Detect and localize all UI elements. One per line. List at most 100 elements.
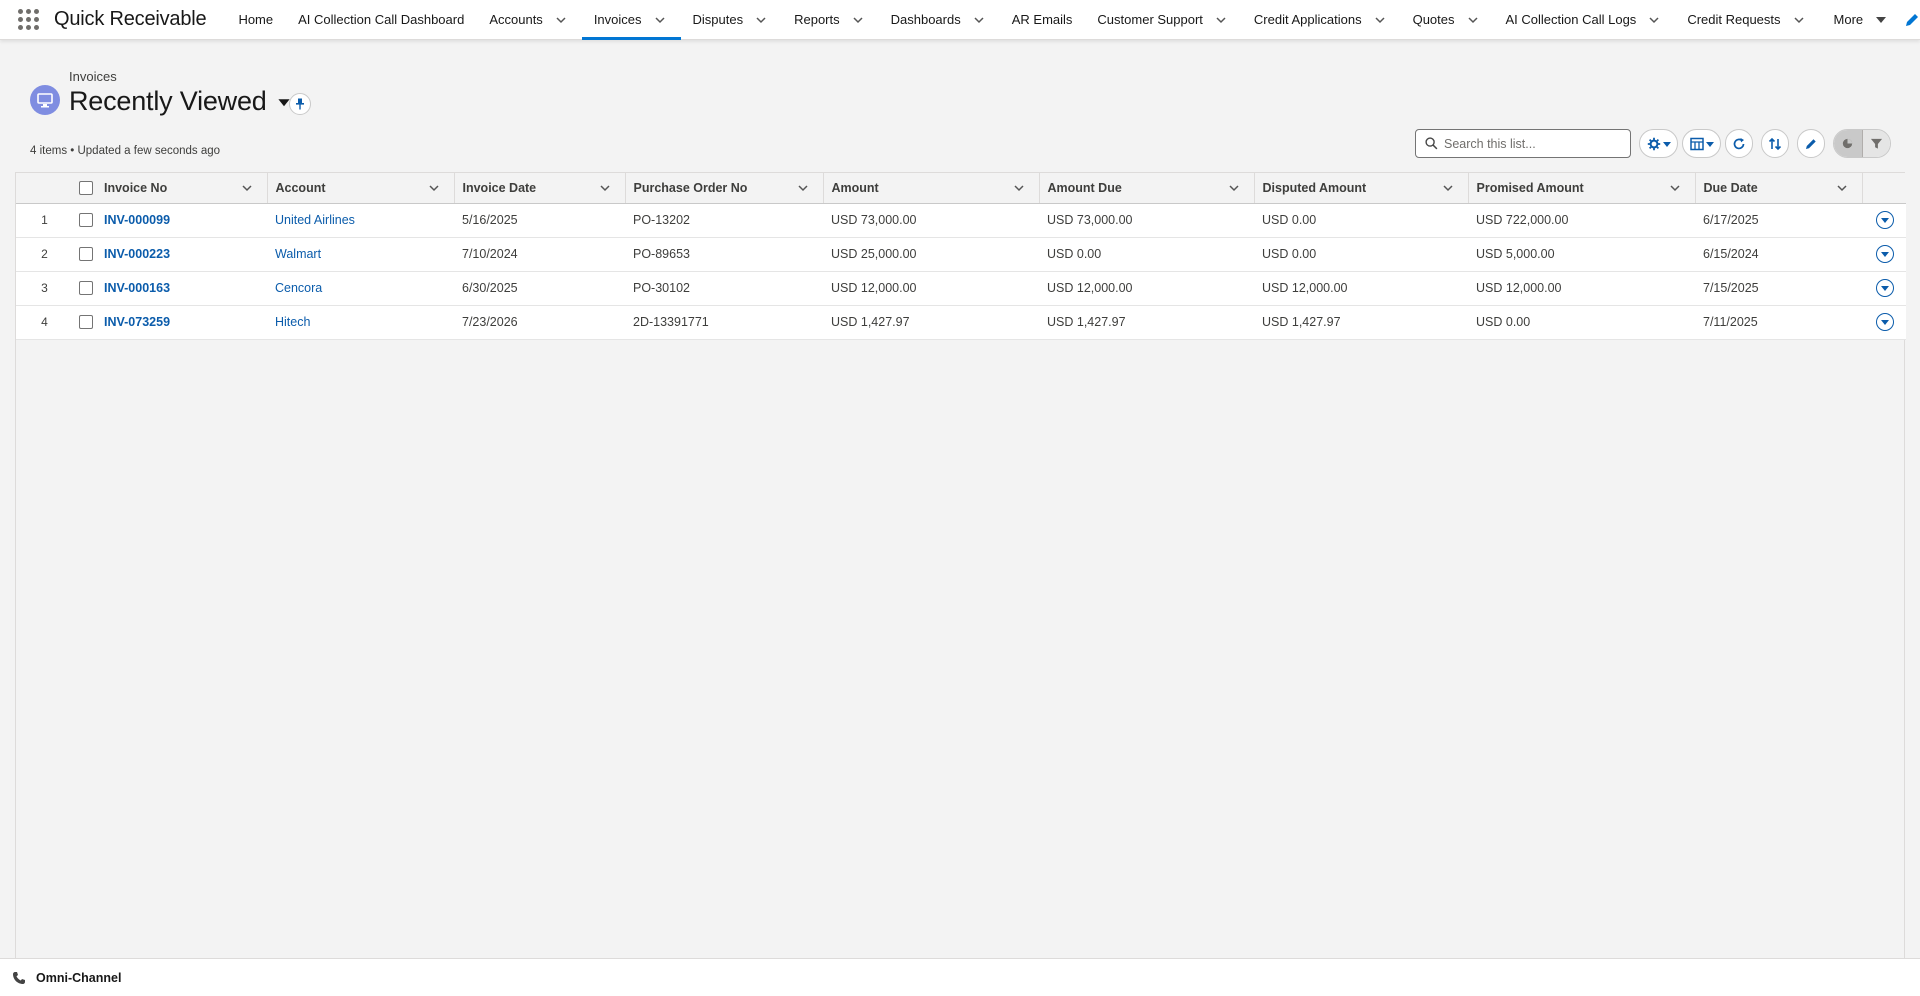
list-status-text: 4 items • Updated a few seconds ago — [30, 145, 221, 157]
nav-tab-credit-requests[interactable]: Credit Requests — [1675, 0, 1819, 40]
row-actions-menu-icon[interactable] — [1876, 279, 1894, 297]
column-header-account[interactable]: Account — [267, 173, 455, 204]
cell-due-date: 7/11/2025 — [1695, 305, 1862, 340]
utility-bar: Omni-Channel — [0, 958, 1920, 996]
chevron-down-icon[interactable] — [1646, 12, 1662, 28]
column-header-purchase-order-no[interactable]: Purchase Order No — [625, 173, 824, 204]
cell-account: Cencora — [267, 271, 454, 306]
column-header-due-date[interactable]: Due Date — [1695, 173, 1863, 204]
nav-tab-label: Dashboards — [890, 12, 961, 27]
chevron-down-icon[interactable] — [971, 12, 987, 28]
nav-tab-label: Credit Requests — [1687, 12, 1781, 27]
chevron-down-icon[interactable] — [652, 12, 668, 28]
nav-tab-dashboards[interactable]: Dashboards — [879, 0, 1000, 40]
column-header-amount-due[interactable]: Amount Due — [1039, 173, 1255, 204]
chevron-down-icon[interactable] — [241, 182, 253, 194]
nav-tab-ai-collection-call-logs[interactable]: AI Collection Call Logs — [1494, 0, 1676, 40]
column-header-promised-amount[interactable]: Promised Amount — [1468, 173, 1696, 204]
app-launcher-icon[interactable] — [18, 8, 40, 31]
cell-invoice-date: 7/23/2026 — [454, 305, 625, 340]
select-all-checkbox[interactable] — [79, 181, 93, 196]
search-input[interactable] — [1444, 136, 1624, 151]
chevron-down-icon[interactable] — [1372, 12, 1388, 28]
sort-button[interactable] — [1761, 129, 1789, 158]
breadcrumb[interactable]: Invoices — [69, 69, 117, 84]
chevron-down-icon[interactable] — [1013, 182, 1025, 194]
inline-edit-button[interactable] — [1797, 129, 1825, 158]
refresh-button[interactable] — [1725, 129, 1753, 158]
charts-button[interactable] — [1834, 130, 1863, 157]
chevron-down-icon[interactable] — [753, 12, 769, 28]
list-settings-button[interactable] — [1639, 129, 1678, 158]
row-actions-cell — [1862, 271, 1906, 306]
filter-button[interactable] — [1862, 130, 1890, 157]
column-header-label: Promised Amount — [1476, 180, 1584, 195]
chevron-down-icon[interactable] — [553, 12, 569, 28]
cell-amount-due: USD 0.00 — [1039, 237, 1254, 272]
display-as-button[interactable] — [1682, 129, 1721, 158]
chevron-down-icon[interactable] — [850, 12, 866, 28]
chevron-down-icon[interactable] — [1465, 12, 1481, 28]
refresh-icon — [1733, 137, 1745, 149]
row-actions-cell — [1862, 237, 1906, 272]
chart-filter-group — [1833, 129, 1891, 158]
row-select-checkbox[interactable] — [79, 281, 93, 296]
invoice-link[interactable]: INV-073259 — [104, 315, 170, 329]
cell-disputed: USD 0.00 — [1254, 237, 1468, 272]
column-header-label: Invoice No — [104, 180, 168, 195]
row-select-checkbox[interactable] — [79, 315, 93, 330]
nav-more[interactable]: More — [1820, 0, 1903, 40]
column-header-disputed-amount[interactable]: Disputed Amount — [1254, 173, 1469, 204]
row-actions-menu-icon[interactable] — [1876, 245, 1894, 263]
column-header-amount[interactable]: Amount — [823, 173, 1040, 204]
account-link[interactable]: Walmart — [275, 247, 321, 261]
chevron-down-icon[interactable] — [797, 182, 809, 194]
nav-tab-reports[interactable]: Reports — [782, 0, 879, 40]
search-icon — [1425, 137, 1438, 150]
invoice-link[interactable]: INV-000099 — [104, 213, 170, 227]
list-view-title[interactable]: Recently Viewed — [69, 86, 291, 117]
nav-tab-customer-support[interactable]: Customer Support — [1085, 0, 1242, 40]
nav-tab-home[interactable]: Home — [226, 0, 286, 40]
nav-tab-invoices[interactable]: Invoices — [581, 0, 681, 40]
nav-tab-label: Reports — [794, 12, 840, 27]
table-icon — [1689, 137, 1704, 150]
edit-nav-icon[interactable] — [1904, 12, 1920, 28]
chevron-down-icon[interactable] — [1442, 182, 1454, 194]
nav-tab-label: Accounts — [489, 12, 543, 27]
invoice-link[interactable]: INV-000163 — [104, 281, 170, 295]
nav-tab-credit-applications[interactable]: Credit Applications — [1242, 0, 1401, 40]
cell-account: Walmart — [267, 237, 454, 272]
chevron-down-icon[interactable] — [1791, 12, 1807, 28]
account-link[interactable]: Hitech — [275, 315, 310, 329]
column-header-invoice-no[interactable]: Invoice No — [96, 173, 268, 204]
row-actions-menu-icon[interactable] — [1876, 211, 1894, 229]
pin-list-button[interactable] — [289, 93, 311, 115]
row-select-checkbox[interactable] — [79, 247, 93, 262]
nav-tab-disputes[interactable]: Disputes — [681, 0, 783, 40]
row-select-checkbox[interactable] — [79, 213, 93, 228]
chevron-down-icon[interactable] — [428, 182, 440, 194]
table-row: 2 INV-000223 Walmart 7/10/2024 PO-89653 USD 2… — [16, 237, 1906, 272]
column-header-invoice-date[interactable]: Invoice Date — [454, 173, 626, 204]
cell-disputed: USD 1,427.97 — [1254, 305, 1468, 340]
account-link[interactable]: United Airlines — [275, 213, 355, 227]
nav-tab-accounts[interactable]: Accounts — [477, 0, 581, 40]
nav-tab-ai-collection-call-dashboard[interactable]: AI Collection Call Dashboard — [286, 0, 477, 40]
nav-tab-quotes[interactable]: Quotes — [1401, 0, 1494, 40]
chevron-down-icon[interactable] — [1836, 182, 1848, 194]
omni-channel-button[interactable]: Omni-Channel — [36, 971, 121, 985]
account-link[interactable]: Cencora — [275, 281, 322, 295]
row-actions-menu-icon[interactable] — [1876, 313, 1894, 331]
chevron-down-icon[interactable] — [1669, 182, 1681, 194]
chevron-down-icon[interactable] — [1213, 12, 1229, 28]
select-all-header — [73, 173, 96, 204]
cell-due-date: 7/15/2025 — [1695, 271, 1862, 306]
cell-disputed: USD 0.00 — [1254, 203, 1468, 238]
gear-icon — [1647, 137, 1660, 150]
invoice-link[interactable]: INV-000223 — [104, 247, 170, 261]
chevron-down-icon[interactable] — [599, 182, 611, 194]
list-search-box[interactable] — [1415, 129, 1631, 158]
nav-tab-ar-emails[interactable]: AR Emails — [1000, 0, 1086, 40]
chevron-down-icon[interactable] — [1228, 182, 1240, 194]
